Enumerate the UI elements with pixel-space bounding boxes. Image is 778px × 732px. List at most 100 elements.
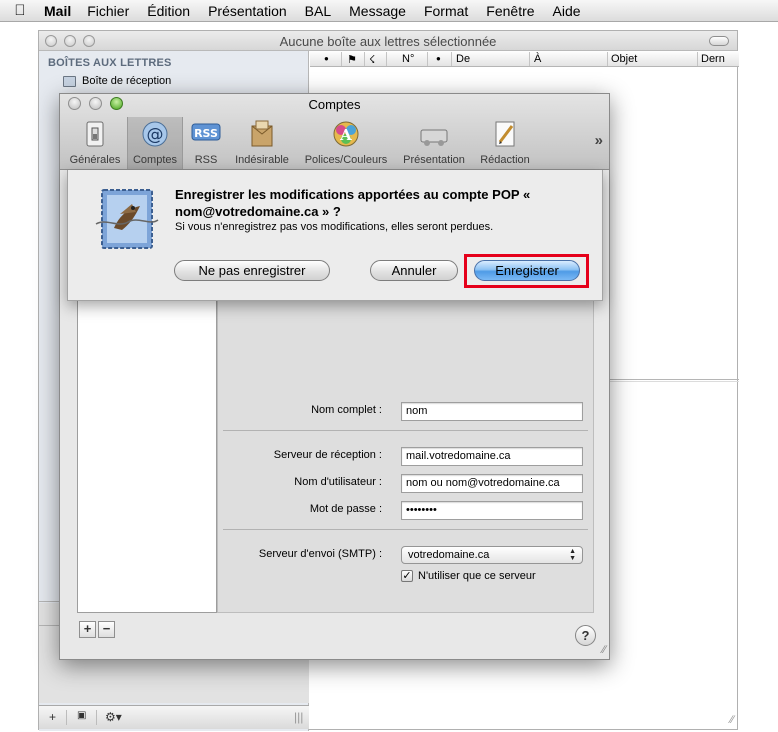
only-this-server-checkbox[interactable]: ✓ [401, 570, 413, 582]
sidebar-item-label: Boîte de réception [82, 75, 172, 87]
user-name-field[interactable]: nom ou nom@votredomaine.ca [401, 474, 583, 493]
tab-label: Indésirable [235, 154, 289, 166]
col-divider [341, 52, 342, 66]
tab-label: Polices/Couleurs [304, 154, 388, 166]
incoming-server-label: Serveur de réception : [273, 449, 382, 461]
col-from[interactable]: De [456, 53, 470, 65]
prefs-toolbar: Comptes Générales @ Comptes RSS RSS Indé… [60, 94, 609, 170]
action-gear-icon[interactable]: ⚙▾ [105, 710, 122, 725]
menu-format[interactable]: Format [424, 3, 468, 19]
menu-app-mail[interactable]: Mail [44, 3, 71, 19]
show-hide-icon[interactable]: ▣ [77, 710, 86, 725]
help-button[interactable]: ? [575, 625, 596, 646]
tab-rss[interactable]: RSS RSS [186, 117, 226, 169]
switch-icon [86, 121, 104, 147]
full-name-field[interactable]: nom [401, 402, 583, 421]
junk-mail-icon [251, 120, 273, 147]
field-divider [223, 529, 588, 530]
tab-generales[interactable]: Générales [66, 117, 124, 169]
menu-message[interactable]: Message [349, 3, 406, 19]
mail-resize-grip[interactable]: ∕∕ [730, 714, 734, 726]
svg-text:RSS: RSS [194, 127, 218, 140]
menu-fenetre[interactable]: Fenêtre [486, 3, 534, 19]
tab-presentation[interactable]: Présentation [398, 117, 470, 169]
rss-icon: RSS [191, 123, 221, 141]
remove-account-button[interactable]: − [98, 621, 115, 638]
svg-text:@: @ [147, 125, 164, 145]
col-divider [451, 52, 452, 66]
full-name-label: Nom complet : [311, 404, 382, 416]
menu-presentation[interactable]: Présentation [208, 3, 287, 19]
col-last[interactable]: Dern [701, 53, 725, 65]
tab-label: Comptes [132, 154, 178, 166]
accounts-list[interactable] [77, 267, 217, 613]
menu-bar:  Mail Fichier Édition Présentation BAL … [0, 0, 778, 22]
only-this-server-label: N'utiliser que ce serveur [418, 570, 536, 582]
dont-save-button[interactable]: Ne pas enregistrer [174, 260, 330, 281]
col-divider [529, 52, 530, 66]
prefs-window-title: Comptes [308, 97, 361, 112]
col-divider [607, 52, 608, 66]
tab-label: Rédaction [480, 154, 530, 166]
col-divider [364, 52, 365, 66]
add-account-button[interactable]: + [79, 621, 96, 638]
tab-comptes[interactable]: @ Comptes [127, 117, 183, 169]
incoming-server-field[interactable]: mail.votredomaine.ca [401, 447, 583, 466]
account-details-panel: Nom complet : nom Serveur de réception :… [217, 267, 594, 613]
font-color-icon: A [333, 121, 359, 147]
sidebar-footer: + ▣ ⚙▾ ||| [39, 705, 309, 729]
svg-text:A: A [339, 126, 352, 144]
sidebar-resize-handle[interactable]: ||| [294, 710, 303, 725]
save-button-highlight [464, 254, 589, 288]
footer-divider [66, 710, 67, 725]
menu-fichier[interactable]: Fichier [87, 3, 129, 19]
composing-icon [495, 121, 515, 147]
mail-stamp-icon [95, 189, 159, 249]
tab-label: Générales [69, 154, 121, 166]
footer-divider [96, 710, 97, 725]
col-divider [386, 52, 387, 66]
tab-label: Présentation [403, 154, 465, 166]
col-flag-icon[interactable]: ⚑ [347, 53, 357, 66]
at-sign-icon: @ [142, 121, 168, 147]
menu-edition[interactable]: Édition [147, 3, 190, 19]
apple-menu-icon[interactable]:  [10, 2, 30, 19]
user-name-label: Nom d'utilisateur : [294, 476, 382, 488]
col-attachment-icon[interactable]: ● [436, 54, 441, 63]
sheet-title: Enregistrer les modifications apportées … [175, 187, 531, 219]
tab-polices-couleurs[interactable]: A Polices/Couleurs [298, 117, 394, 169]
save-changes-sheet: Enregistrer les modifications apportées … [67, 170, 603, 301]
tab-indesirable[interactable]: Indésirable [230, 117, 294, 169]
sheet-message: Si vous n'enregistrez pas vos modificati… [175, 221, 494, 233]
smtp-selected-value: votredomaine.ca [408, 549, 490, 561]
field-divider [223, 430, 588, 431]
prefs-resize-grip[interactable]: ∕∕ [602, 644, 606, 656]
smtp-server-label: Serveur d'envoi (SMTP) : [258, 548, 382, 560]
select-arrows-icon: ▲ ▼ [569, 548, 576, 562]
menu-bal[interactable]: BAL [305, 3, 331, 19]
col-divider [427, 52, 428, 66]
password-label: Mot de passe : [309, 503, 382, 515]
toolbar-overflow-icon[interactable]: » [595, 132, 603, 149]
col-subject[interactable]: Objet [611, 53, 637, 65]
cancel-button[interactable]: Annuler [370, 260, 458, 281]
smtp-server-select[interactable]: votredomaine.ca ▲ ▼ [401, 546, 583, 564]
mailboxes-header: BOÎTES AUX LETTRES [48, 57, 172, 69]
col-number[interactable]: N° [402, 53, 414, 65]
viewing-icon [420, 129, 448, 146]
col-divider [697, 52, 698, 66]
mail-titlebar: Aucune boîte aux lettres sélectionnée [39, 31, 737, 51]
col-status-icon[interactable]: ☇ [369, 53, 375, 66]
message-list-header: ● ⚑ ☇ N° ● De À Objet Dern [310, 51, 739, 67]
col-to[interactable]: À [534, 53, 541, 65]
mail-window-title: Aucune boîte aux lettres sélectionnée [279, 34, 497, 49]
col-unread-icon[interactable]: ● [324, 54, 329, 63]
inbox-icon [63, 75, 76, 87]
menu-aide[interactable]: Aide [553, 3, 581, 19]
password-field[interactable]: •••••••• [401, 501, 583, 520]
sidebar-item-inbox[interactable]: Boîte de réception [63, 75, 171, 87]
tab-redaction[interactable]: Rédaction [474, 117, 536, 169]
add-mailbox-button[interactable]: + [49, 710, 56, 725]
toolbar-toggle-button[interactable] [709, 36, 729, 46]
tab-label: RSS [194, 154, 218, 166]
